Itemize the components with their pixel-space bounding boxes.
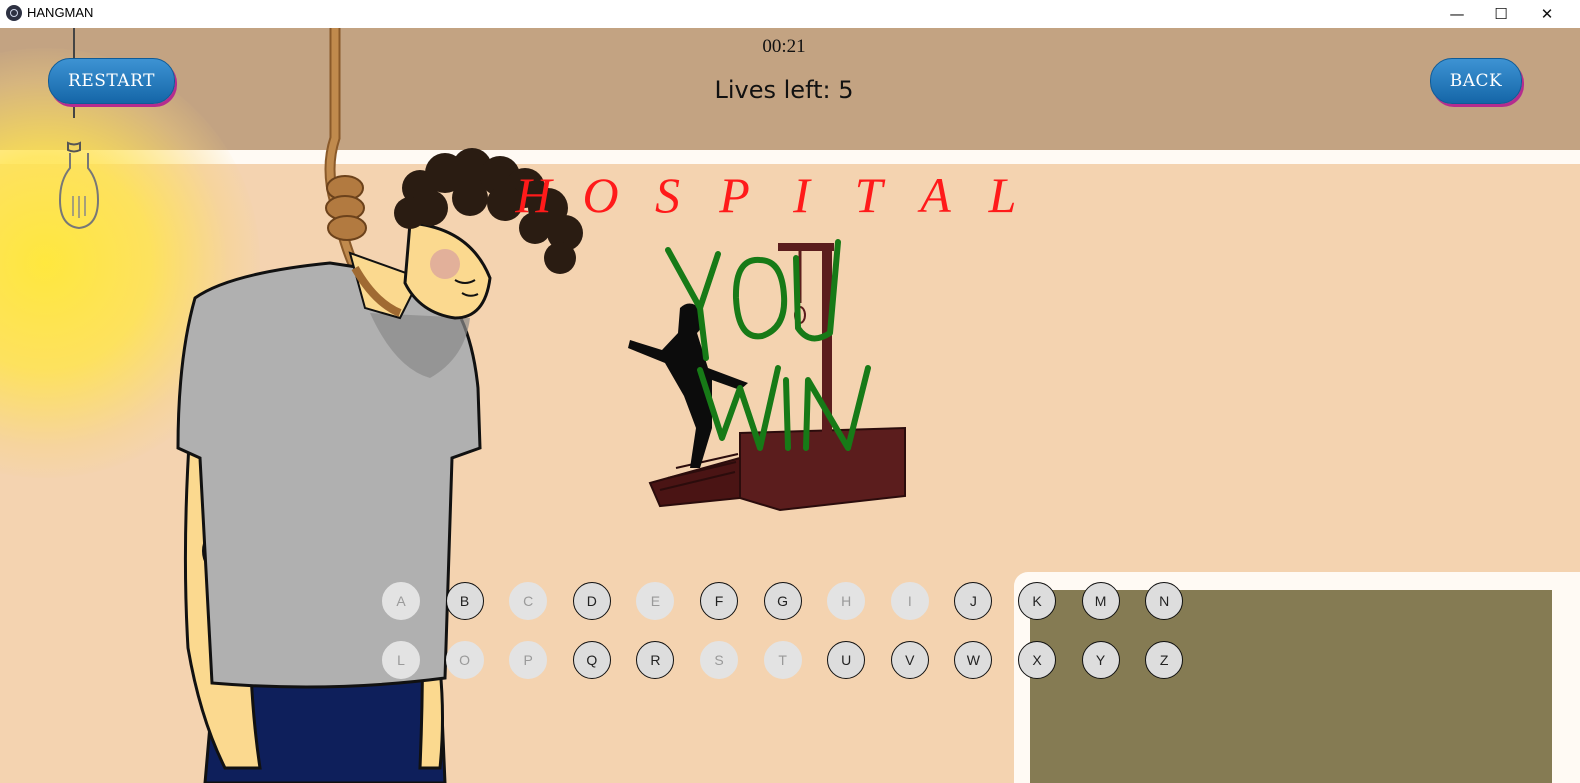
word-letter: O (582, 167, 619, 223)
letter-key-s: S (700, 641, 738, 679)
word-letter: P (719, 167, 750, 223)
letter-key-a: A (382, 582, 420, 620)
word-letter: H (515, 167, 552, 223)
letter-key-d[interactable]: D (572, 582, 611, 620)
lives-left: Lives left: 5 (714, 76, 854, 104)
letter-key-g[interactable]: G (763, 582, 802, 620)
letter-key-v[interactable]: V (890, 641, 929, 679)
letter-key-y[interactable]: Y (1081, 641, 1120, 679)
letter-key-h: H (827, 582, 866, 620)
maximize-icon[interactable]: ☐ (1478, 0, 1524, 28)
guessed-word: H O S P I T A L (500, 166, 1040, 226)
word-letter: A (920, 167, 951, 223)
letter-key-o: O (445, 641, 484, 679)
letter-key-x[interactable]: X (1018, 641, 1056, 679)
game-scene: RESTART BACK 00:21 Lives left: 5 H O S P… (0, 28, 1580, 783)
letter-key-p: P (509, 641, 548, 679)
letter-key-l: L (382, 641, 420, 679)
close-icon[interactable]: ✕ (1524, 0, 1570, 28)
letter-key-i: I (890, 582, 929, 620)
minimize-icon[interactable]: — (1434, 0, 1480, 28)
letter-key-c: C (509, 582, 548, 620)
letter-key-b[interactable]: B (445, 582, 484, 620)
restart-button[interactable]: RESTART (48, 58, 175, 104)
word-letter: S (655, 167, 680, 223)
letter-key-f[interactable]: F (700, 582, 738, 620)
back-button[interactable]: BACK (1430, 58, 1522, 104)
word-letter: L (988, 167, 1017, 223)
word-letter: T (854, 167, 883, 223)
letter-key-k[interactable]: K (1018, 582, 1056, 620)
window-title: HANGMAN (27, 5, 94, 20)
letter-key-z[interactable]: Z (1145, 641, 1184, 679)
letter-key-u[interactable]: U (827, 641, 866, 679)
letter-key-q[interactable]: Q (572, 641, 611, 679)
letter-key-m[interactable]: M (1081, 582, 1120, 620)
letter-key-n[interactable]: N (1145, 582, 1184, 620)
word-letter: I (793, 167, 810, 223)
app-icon (6, 5, 22, 21)
game-timer: 00:21 (762, 36, 806, 57)
window-titlebar: HANGMAN — ☐ ✕ (0, 0, 1580, 28)
letter-key-t: T (763, 641, 802, 679)
hanged-man-figure (176, 148, 583, 783)
